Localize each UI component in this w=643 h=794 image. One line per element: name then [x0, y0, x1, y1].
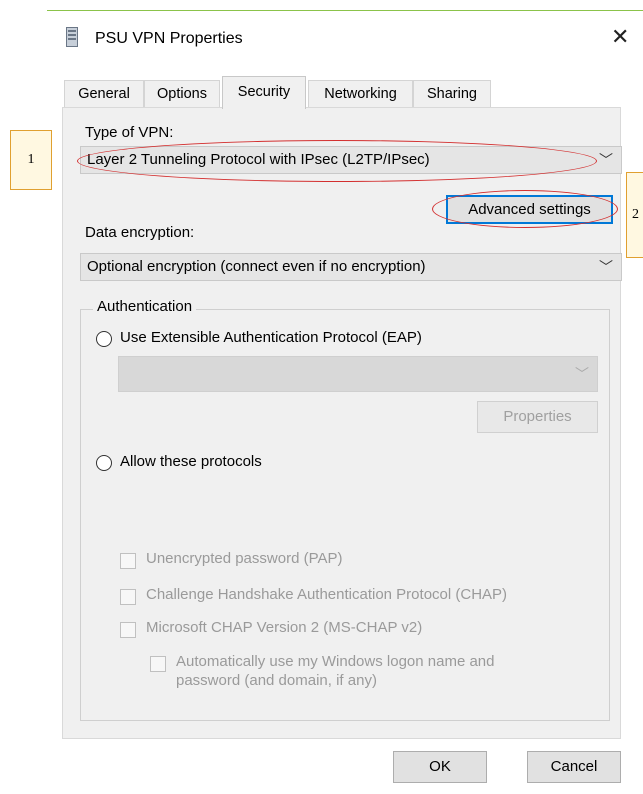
authentication-legend: Authentication — [93, 298, 197, 315]
allow-protocols-radio[interactable] — [96, 455, 112, 471]
close-icon[interactable]: ✕ — [611, 24, 629, 50]
annotation-ellipse-advanced — [432, 190, 618, 228]
auto-logon-label-line2: password (and domain, if any) — [176, 672, 377, 689]
tab-general[interactable]: General — [64, 80, 144, 107]
chevron-down-icon: ﹀ — [599, 259, 613, 275]
chevron-down-icon: ﹀ — [599, 152, 613, 168]
allow-protocols-label[interactable]: Allow these protocols — [120, 453, 262, 470]
window-title: PSU VPN Properties — [95, 30, 243, 47]
eap-method-select[interactable]: ﹀ — [118, 356, 598, 392]
annotation-marker-1: 1 — [10, 130, 52, 190]
mschap-v2-label: Microsoft CHAP Version 2 (MS-CHAP v2) — [146, 619, 423, 636]
chap-checkbox[interactable] — [120, 589, 136, 605]
tab-networking[interactable]: Networking — [308, 80, 413, 107]
auto-logon-label-line1: Automatically use my Windows logon name … — [176, 653, 495, 670]
chap-label: Challenge Handshake Authentication Proto… — [146, 586, 508, 603]
auto-logon-checkbox[interactable] — [150, 656, 166, 672]
use-eap-label[interactable]: Use Extensible Authentication Protocol (… — [120, 329, 422, 346]
pap-label: Unencrypted password (PAP) — [146, 550, 343, 567]
tab-security[interactable]: Security — [222, 76, 306, 109]
vpn-icon — [66, 27, 78, 47]
eap-properties-button[interactable]: Properties — [477, 401, 598, 433]
data-encryption-value: Optional encryption (connect even if no … — [87, 258, 426, 275]
tab-options[interactable]: Options — [144, 80, 220, 107]
annotation-marker-2: 2 — [626, 172, 643, 258]
vpn-type-label: Type of VPN: — [85, 124, 174, 141]
chevron-down-icon: ﹀ — [575, 366, 589, 382]
cancel-button[interactable]: Cancel — [527, 751, 621, 783]
data-encryption-label: Data encryption: — [85, 224, 195, 241]
annotation-1-label: 1 — [27, 152, 35, 167]
mschap-v2-checkbox[interactable] — [120, 622, 136, 638]
annotation-ellipse-vpn-type — [77, 140, 597, 182]
use-eap-radio[interactable] — [96, 331, 112, 347]
ok-button[interactable]: OK — [393, 751, 487, 783]
tab-sharing[interactable]: Sharing — [413, 80, 491, 107]
window-top-border — [47, 10, 643, 11]
annotation-2-label: 2 — [632, 207, 639, 222]
data-encryption-select[interactable]: Optional encryption (connect even if no … — [80, 253, 622, 281]
pap-checkbox[interactable] — [120, 553, 136, 569]
